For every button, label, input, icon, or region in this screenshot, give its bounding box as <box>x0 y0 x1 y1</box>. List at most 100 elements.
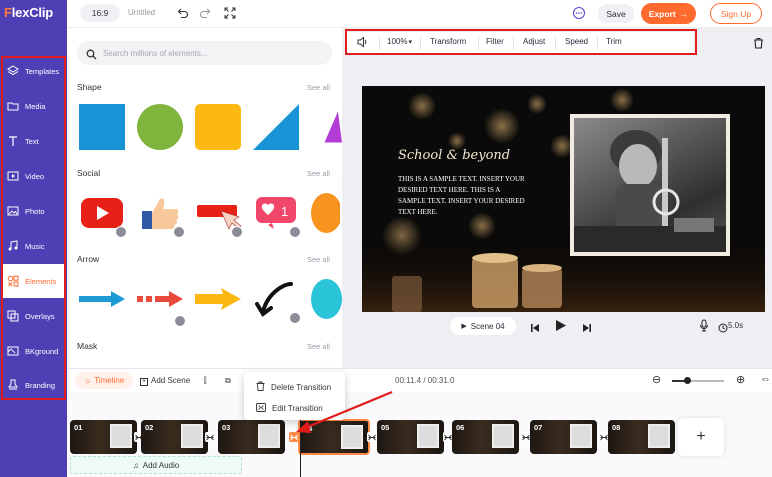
tab-timeline[interactable]: ☼ Timeline <box>75 372 133 389</box>
play-small-icon: ▶ <box>461 323 467 330</box>
zoom-slider[interactable] <box>672 377 724 384</box>
social-subscribe-icon[interactable] <box>195 190 243 238</box>
canvas-photo-frame[interactable] <box>570 114 730 256</box>
next-icon[interactable] <box>582 320 592 338</box>
shape-triangle-blue[interactable] <box>253 104 299 150</box>
clip-number: 05 <box>381 423 390 432</box>
sidebar-item-video[interactable]: Video <box>2 159 65 193</box>
sidebar-item-text[interactable]: Text <box>2 124 65 158</box>
shape-triangle-purple[interactable] <box>311 104 342 150</box>
element-search-input[interactable] <box>103 45 323 61</box>
signup-button[interactable]: Sign Up <box>710 3 762 24</box>
add-box-icon: + <box>140 378 148 386</box>
scene-clip[interactable]: 05 <box>377 420 444 454</box>
toolbar-divider <box>555 36 556 50</box>
scene-clip-selected[interactable]: 04 <box>298 419 370 455</box>
toolbar-divider <box>379 36 380 50</box>
zoom-out-icon[interactable]: ⊖ <box>652 373 661 386</box>
animated-badge-icon <box>115 226 127 238</box>
background-icon <box>7 345 19 357</box>
social-youtube-icon[interactable] <box>79 190 127 238</box>
scene-selector[interactable]: ▶ Scene 04 <box>450 317 516 335</box>
see-all-arrow[interactable]: See all <box>307 255 330 264</box>
fit-timeline-icon[interactable]: ⇔ <box>760 373 771 385</box>
overlays-icon <box>7 310 19 322</box>
arrow-right-icon: → <box>679 8 689 19</box>
logo-text: lexClip <box>11 5 53 20</box>
sidebar-item-photo[interactable]: Photo <box>2 194 65 228</box>
zoom-slider-knob[interactable] <box>684 377 692 384</box>
social-thumbs-up-icon[interactable] <box>137 190 185 238</box>
undo-icon[interactable] <box>176 6 190 20</box>
scene-clip[interactable]: 03 <box>218 420 285 454</box>
social-like-notification-icon[interactable]: 1 <box>253 190 301 238</box>
animated-badge-icon <box>173 226 185 238</box>
flexclip-editor: FlexClip Templates Media Text Video Phot… <box>0 0 772 477</box>
transition-icon[interactable] <box>367 432 377 442</box>
sidebar-item-music[interactable]: Music <box>2 229 65 263</box>
sidebar-item-overlays[interactable]: Overlays <box>2 299 65 333</box>
speaker-icon[interactable] <box>357 36 369 50</box>
zoom-dropdown[interactable]: 100%▾ <box>387 37 412 46</box>
aspect-ratio-button[interactable]: 16:9 <box>80 4 120 22</box>
see-all-shape[interactable]: See all <box>307 83 330 92</box>
arrow-cyan-circle-icon[interactable] <box>311 276 342 322</box>
trim-button[interactable]: Trim <box>606 37 622 46</box>
sidebar-item-media[interactable]: Media <box>2 89 65 123</box>
trash-icon[interactable] <box>753 36 764 54</box>
sidebar-item-templates[interactable]: Templates <box>2 54 65 88</box>
see-all-social[interactable]: See all <box>307 169 330 178</box>
canvas-title-text[interactable]: School & beyond <box>398 148 510 163</box>
chat-icon[interactable] <box>572 6 586 20</box>
adjust-button[interactable]: Adjust <box>523 37 545 46</box>
scene-clip[interactable]: 01 <box>70 420 137 454</box>
scene-clip[interactable]: 06 <box>452 420 519 454</box>
edit-transition-item[interactable]: Edit Transition <box>256 403 323 414</box>
add-scene-button[interactable]: + Add Scene <box>140 376 190 386</box>
see-all-mask[interactable]: See all <box>307 342 330 351</box>
arrow-curved-black-icon[interactable] <box>253 276 301 324</box>
element-search-bar[interactable] <box>77 41 332 65</box>
fullscreen-icon[interactable] <box>223 6 237 20</box>
shape-square-blue[interactable] <box>79 104 125 150</box>
add-clip-button[interactable]: + <box>678 418 724 456</box>
arrow-yellow-icon[interactable] <box>195 276 241 322</box>
sidebar-item-elements[interactable]: Elements <box>2 264 65 298</box>
edit-toolbar: 100%▾ Transform Filter Adjust Speed Trim <box>346 32 694 54</box>
split-icon[interactable]: ⫿ <box>204 376 207 386</box>
previous-icon[interactable] <box>530 320 540 338</box>
app-logo[interactable]: FlexClip <box>4 5 53 20</box>
speed-button[interactable]: Speed <box>565 37 588 46</box>
add-scene-label: Add Scene <box>151 376 191 385</box>
scene-clip[interactable]: 07 <box>530 420 597 454</box>
delete-transition-item[interactable]: Delete Transition <box>256 381 331 393</box>
sidebar-item-bkground[interactable]: BKground <box>2 334 65 368</box>
microphone-icon[interactable] <box>699 319 709 337</box>
canvas-body-text[interactable]: THIS IS A SAMPLE TEXT. INSERT YOUR DESIR… <box>398 174 526 218</box>
filter-button[interactable]: Filter <box>486 37 504 46</box>
video-canvas[interactable]: School & beyond THIS IS A SAMPLE TEXT. I… <box>362 86 765 312</box>
export-button[interactable]: Export → <box>641 3 696 24</box>
sidebar-item-branding[interactable]: Branding <box>2 368 65 402</box>
arrow-blue-icon[interactable] <box>79 276 125 322</box>
zoom-in-icon[interactable]: ⊕ <box>736 373 745 386</box>
clip-thumbnail <box>570 424 592 448</box>
transition-icon[interactable] <box>205 432 215 442</box>
scene-clip[interactable]: 02 <box>141 420 208 454</box>
scene-clip[interactable]: 08 <box>608 420 675 454</box>
shape-rounded-square-yellow[interactable] <box>195 104 241 150</box>
timeline-track: 01 02 03 04 05 06 07 08 + ♫ Add Audio <box>67 392 772 477</box>
scene-duration[interactable]: 5.0s <box>728 321 743 330</box>
music-icon <box>7 240 19 252</box>
copy-icon[interactable]: ⧉ <box>225 376 231 386</box>
clip-thumbnail <box>110 424 132 448</box>
social-orange-circle-icon[interactable] <box>311 190 342 236</box>
redo-icon[interactable] <box>198 6 212 20</box>
add-audio-button[interactable]: ♫ Add Audio <box>70 456 242 474</box>
play-icon[interactable] <box>555 319 567 337</box>
save-button[interactable]: Save <box>598 4 634 23</box>
project-name[interactable]: Untitled <box>128 8 155 17</box>
shape-circle-green[interactable] <box>137 104 183 150</box>
transform-button[interactable]: Transform <box>430 37 466 46</box>
clip-thumbnail <box>258 424 280 448</box>
